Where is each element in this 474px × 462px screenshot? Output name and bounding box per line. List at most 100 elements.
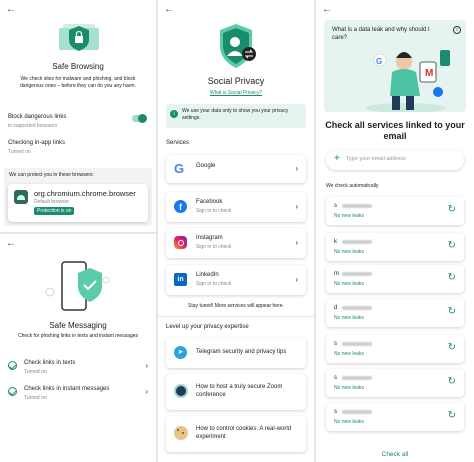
service-name: Google <box>196 163 216 169</box>
service-google[interactable]: G Google › <box>166 155 306 183</box>
data-leak-title: Check all services linked to your email <box>325 120 465 141</box>
back-arrow-icon[interactable]: ← <box>6 239 16 249</box>
plus-icon: + <box>334 153 340 164</box>
account-email: k <box>334 239 337 245</box>
browser-default-label: Default browser <box>34 199 70 205</box>
check-links-texts-label: Check links in texts <box>24 360 76 366</box>
account-email: s <box>334 375 337 381</box>
service-name: LinkedIn <box>196 272 219 278</box>
leak-status: No new leaks <box>334 281 365 287</box>
android-browser-icon <box>14 190 28 204</box>
protect-heading: We can protect you in these browsers: <box>9 172 94 178</box>
redacted-email <box>342 204 372 208</box>
facebook-icon: f <box>174 200 187 213</box>
safe-messaging-description: Check for phishing links in texts and in… <box>17 333 139 339</box>
phone-shield-illustration <box>45 261 110 311</box>
refresh-icon[interactable]: ↻ <box>448 410 456 421</box>
article-zoom[interactable]: How to host a truly secure Zoom conferen… <box>166 374 306 410</box>
account-row[interactable]: s No new leaks ↻ <box>326 335 464 363</box>
browser-shield-illustration <box>59 24 99 51</box>
safe-browsing-title: Safe Browsing <box>52 62 104 71</box>
block-dangerous-links-toggle[interactable] <box>132 114 147 123</box>
profile-shield-illustration <box>220 24 256 68</box>
social-privacy-title: Social Privacy <box>207 76 265 86</box>
social-privacy-panel: ← Social Privacy What is Social Privacy?… <box>158 0 314 462</box>
account-row[interactable]: m No new leaks ↻ <box>326 265 464 293</box>
refresh-icon[interactable]: ↻ <box>448 272 456 283</box>
article-title: How to host a truly secure Zoom conferen… <box>196 384 283 398</box>
account-email: s <box>334 341 337 347</box>
article-title: How to control cookies: A real-world exp… <box>196 426 292 440</box>
service-linkedin[interactable]: in LinkedIn Sign in to check › <box>166 265 306 295</box>
data-leak-info-banner[interactable]: What is a data leak and why should I car… <box>324 20 466 112</box>
check-links-messages-label: Check links in instant messages <box>24 386 110 392</box>
check-circle-icon <box>8 361 17 370</box>
email-input[interactable]: + Type your email address <box>326 150 464 170</box>
account-row[interactable]: s No new leaks ↻ <box>326 403 464 431</box>
refresh-icon[interactable]: ↻ <box>448 240 456 251</box>
check-links-messages-row[interactable]: Check links in instant messages Turned o… <box>0 382 156 406</box>
protection-status-badge: Protection is on <box>34 207 75 215</box>
info-icon: i <box>170 110 178 118</box>
safe-messaging-title: Safe Messaging <box>49 321 107 330</box>
services-heading: Services <box>166 140 190 146</box>
check-links-texts-status: Turned on <box>24 369 47 375</box>
check-links-texts-row[interactable]: Check links in texts Turned on › <box>0 356 156 380</box>
service-status: Sign in to check <box>196 281 232 287</box>
info-text: We use your data only to show you your p… <box>182 108 289 121</box>
redacted-email <box>342 306 372 310</box>
article-title: Telegram security and privacy tips <box>196 349 287 355</box>
safe-browsing-description: We check sites for malware and phishing,… <box>20 76 136 89</box>
refresh-icon[interactable]: ↻ <box>448 376 456 387</box>
account-row[interactable]: s No new leaks ↻ <box>326 369 464 397</box>
leak-status: No new leaks <box>334 315 365 321</box>
redacted-email <box>342 342 372 346</box>
info-icon: i <box>453 26 461 34</box>
account-email: d <box>334 305 338 311</box>
in-app-links-label[interactable]: Checking in-app links <box>8 140 65 146</box>
instagram-icon <box>174 236 187 249</box>
browser-protection-section: We can protect you in these browsers: or… <box>4 168 152 226</box>
refresh-icon[interactable]: ↻ <box>448 306 456 317</box>
account-row[interactable]: k No new leaks ↻ <box>326 233 464 261</box>
service-status: Sign in to check <box>196 244 232 250</box>
service-name: Facebook <box>196 199 223 205</box>
service-instagram[interactable]: Instagram Sign in to check › <box>166 228 306 258</box>
refresh-icon[interactable]: ↻ <box>448 342 456 353</box>
back-arrow-icon[interactable]: ← <box>322 5 332 15</box>
check-links-messages-status: Turned on <box>24 395 47 401</box>
redacted-email <box>342 240 372 244</box>
browser-card[interactable]: org.chromium.chrome.browser Default brow… <box>8 184 148 222</box>
account-email: m <box>334 271 339 277</box>
in-app-links-status: Turned on <box>8 149 31 155</box>
google-icon: G <box>174 161 185 176</box>
redacted-email <box>342 272 372 276</box>
linkedin-icon: in <box>174 273 187 286</box>
leak-status: No new leaks <box>334 213 365 219</box>
chevron-right-icon: › <box>145 387 148 396</box>
service-status: Sign in to check <box>196 208 232 214</box>
svg-text:M: M <box>425 68 433 79</box>
account-email: s <box>334 409 337 415</box>
data-leak-panel: ← What is a data leak and why should I c… <box>316 0 474 462</box>
article-cookies[interactable]: How to control cookies: A real-world exp… <box>166 416 306 452</box>
back-arrow-icon[interactable]: ← <box>6 5 16 15</box>
leak-status: No new leaks <box>334 419 365 425</box>
article-telegram[interactable]: ➤ Telegram security and privacy tips <box>166 338 306 368</box>
check-all-button[interactable]: Check all <box>316 451 474 458</box>
account-row[interactable]: d No new leaks ↻ <box>326 299 464 327</box>
account-row[interactable]: s No new leaks ↻ <box>326 197 464 225</box>
chevron-right-icon: › <box>295 164 298 173</box>
redacted-email <box>342 376 372 380</box>
what-is-social-privacy-link[interactable]: What is Social Privacy? <box>158 90 314 97</box>
service-facebook[interactable]: f Facebook Sign in to check › <box>166 192 306 222</box>
refresh-icon[interactable]: ↻ <box>448 204 456 215</box>
block-dangerous-links-sub: in supported browsers <box>8 123 58 129</box>
account-email: s <box>334 203 337 209</box>
cookie-icon <box>174 426 188 440</box>
check-circle-icon <box>8 387 17 396</box>
back-arrow-icon[interactable]: ← <box>164 5 174 15</box>
zoom-conference-icon <box>174 384 188 398</box>
info-banner: i We use your data only to show you your… <box>166 104 306 128</box>
chevron-right-icon: › <box>295 202 298 211</box>
